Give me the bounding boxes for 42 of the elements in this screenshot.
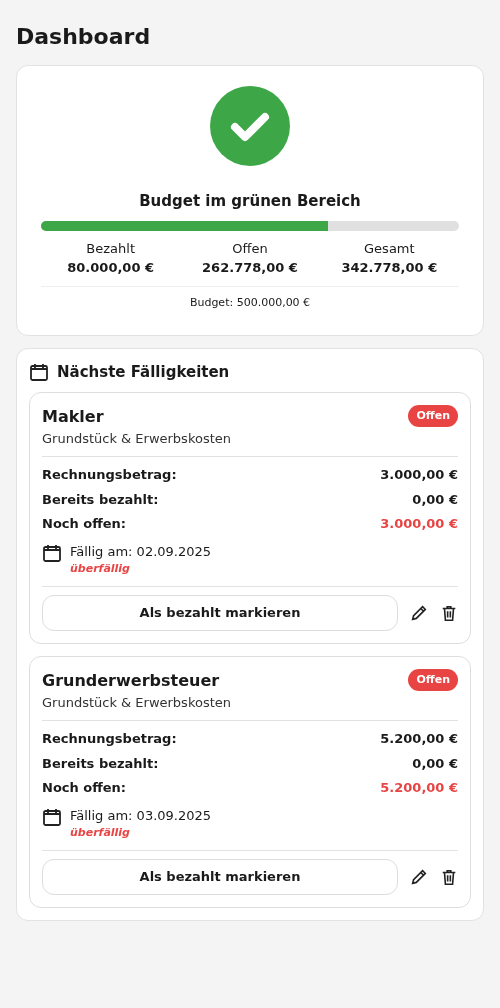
- payment-category: Grundstück & Erwerbskosten: [42, 429, 232, 448]
- mark-paid-button[interactable]: Als bezahlt markieren: [42, 594, 398, 631]
- check-icon: [210, 86, 290, 166]
- stat-value: 262.778,00 €: [202, 259, 298, 277]
- trash-icon[interactable]: [440, 867, 458, 886]
- due-date: Fällig am: 03.09.2025: [70, 806, 212, 825]
- amount-label: Rechnungsbetrag:: [42, 730, 177, 748]
- payment-title: Makler: [42, 405, 105, 428]
- budget-status: Budget im grünen Bereich: [139, 191, 361, 212]
- calendar-icon: [42, 542, 62, 563]
- amount-value: 3.000,00 €: [380, 515, 458, 533]
- stat-label: Gesamt: [364, 239, 415, 258]
- amount-value: 5.200,00 €: [380, 730, 458, 748]
- edit-icon[interactable]: [410, 603, 428, 622]
- amount-value: 3.000,00 €: [380, 466, 458, 484]
- edit-icon[interactable]: [410, 867, 428, 886]
- status-badge: Offen: [408, 404, 458, 427]
- section-title: Nächste Fälligkeiten: [57, 362, 230, 383]
- amount-value: 0,00 €: [412, 754, 458, 773]
- stat-value: 342.778,00 €: [341, 259, 438, 277]
- amount-value: 5.200,00 €: [380, 779, 458, 797]
- amount-label: Bereits bezahlt:: [42, 754, 159, 773]
- stat-label: Offen: [232, 239, 268, 258]
- calendar-icon: [42, 806, 62, 827]
- status-badge: Offen: [408, 668, 458, 691]
- amount-label: Noch offen:: [42, 515, 127, 533]
- payment-title: Grunderwerbsteuer: [42, 669, 221, 692]
- overdue-label: überfällig: [70, 825, 131, 841]
- amount-label: Bereits bezahlt:: [42, 490, 159, 509]
- amount-value: 0,00 €: [412, 490, 458, 509]
- trash-icon[interactable]: [440, 603, 458, 622]
- calendar-icon: [29, 362, 49, 383]
- amount-label: Noch offen:: [42, 779, 127, 797]
- overdue-label: überfällig: [70, 561, 131, 577]
- stat-value: 80.000,00 €: [67, 259, 155, 277]
- due-date: Fällig am: 02.09.2025: [70, 542, 212, 561]
- mark-paid-button[interactable]: Als bezahlt markieren: [42, 858, 398, 895]
- stat-label: Bezahlt: [86, 239, 135, 258]
- amount-label: Rechnungsbetrag:: [42, 466, 177, 484]
- payment-category: Grundstück & Erwerbskosten: [42, 693, 232, 712]
- page-title: Dashboard: [16, 23, 152, 51]
- budget-total: Budget: 500.000,00 €: [189, 294, 311, 311]
